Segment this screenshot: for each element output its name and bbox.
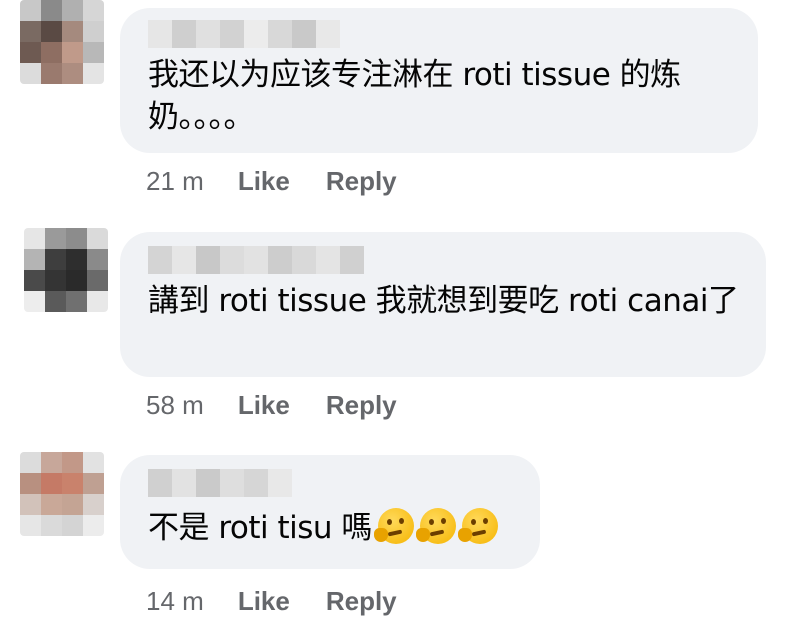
avatar[interactable]	[20, 452, 104, 536]
comment-bubble: 我还以为应该专注淋在 roti tissue 的炼奶。。。。	[120, 8, 758, 153]
comment-text: 我还以为应该专注淋在 roti tissue 的炼奶。。。。	[148, 57, 681, 135]
like-button[interactable]: Like	[238, 166, 290, 197]
like-button[interactable]: Like	[238, 390, 290, 421]
thinking-face-icon	[457, 508, 498, 544]
comment-text: 講到 roti tissue 我就想到要吃 roti canai了	[148, 283, 739, 319]
comment-bubble: 講到 roti tissue 我就想到要吃 roti canai了	[120, 232, 766, 377]
comment-time[interactable]: 58 m	[146, 390, 204, 421]
comment-time[interactable]: 21 m	[146, 166, 204, 197]
author-name-blurred[interactable]	[148, 469, 516, 497]
thinking-face-icon	[373, 508, 414, 544]
comment-text: 不是 roti tisu 嗎	[148, 507, 516, 549]
reply-button[interactable]: Reply	[326, 586, 397, 617]
avatar[interactable]	[20, 0, 104, 84]
comment-bubble: 不是 roti tisu 嗎	[120, 455, 540, 569]
like-button[interactable]: Like	[238, 586, 290, 617]
comment-time[interactable]: 14 m	[146, 586, 204, 617]
reply-button[interactable]: Reply	[326, 166, 397, 197]
comment-text-content: 不是 roti tisu 嗎	[148, 510, 372, 546]
comment-actions: 21 m Like Reply	[146, 166, 397, 197]
author-name-blurred[interactable]	[148, 246, 742, 274]
comment-actions: 58 m Like Reply	[146, 390, 397, 421]
reply-button[interactable]: Reply	[326, 390, 397, 421]
thinking-face-icon	[415, 508, 456, 544]
avatar[interactable]	[24, 228, 108, 312]
comment-actions: 14 m Like Reply	[146, 586, 397, 617]
author-name-blurred[interactable]	[148, 20, 734, 48]
